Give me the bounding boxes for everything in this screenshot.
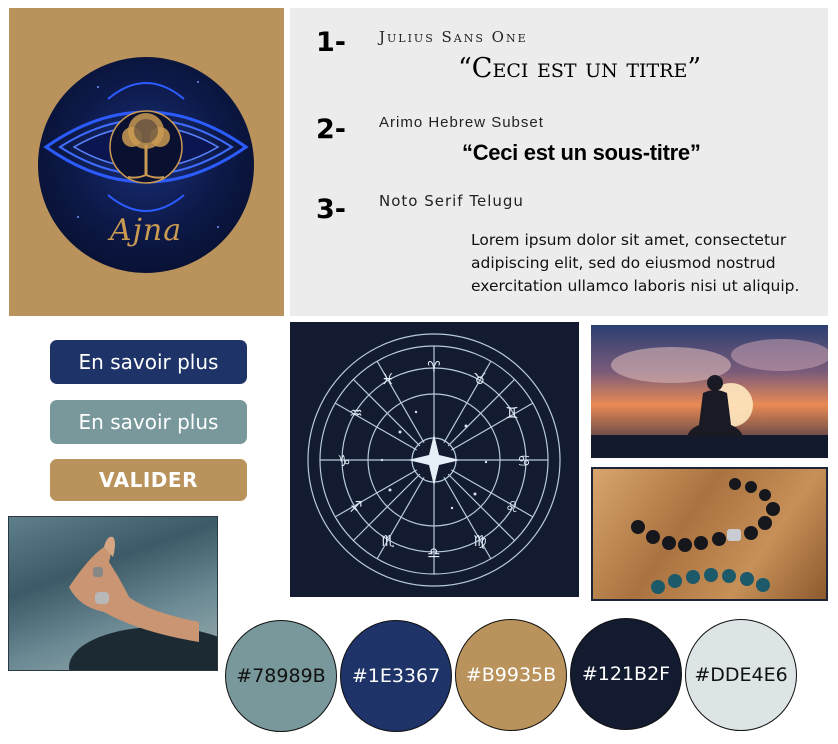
svg-text:♓: ♓ xyxy=(381,370,394,388)
svg-text:♎: ♎ xyxy=(427,544,440,562)
color-swatch-midnight: #121B2F xyxy=(570,618,682,730)
color-swatch-gold: #B9935B xyxy=(455,619,567,731)
svg-text:♉: ♉ xyxy=(473,370,486,388)
svg-text:♋: ♋ xyxy=(517,452,530,470)
color-swatch-sage: #78989B xyxy=(225,620,337,732)
typography-panel: 1- Julius Sans One “Ceci est un titre” 2… xyxy=(290,8,828,316)
color-swatch-light-gray: #DDE4E6 xyxy=(685,619,797,731)
subtitle-sample: “Ceci est un sous-titre” xyxy=(462,140,701,165)
svg-text:♑: ♑ xyxy=(337,452,350,470)
logo-panel: Ajna xyxy=(9,8,284,316)
svg-text:♒: ♒ xyxy=(349,404,362,422)
bead-bracelets-photo xyxy=(591,467,828,601)
learn-more-button-primary[interactable]: En savoir plus xyxy=(50,340,247,384)
svg-text:♊: ♊ xyxy=(505,404,518,422)
meditation-silhouette-sunset-photo xyxy=(591,325,828,458)
font-name-1: Julius Sans One xyxy=(379,28,528,46)
svg-text:♌: ♌ xyxy=(505,498,518,516)
font-name-2: Arimo Hebrew Subset xyxy=(379,114,544,131)
ajna-logo: Ajna xyxy=(38,57,254,273)
learn-more-button-secondary[interactable]: En savoir plus xyxy=(50,400,247,444)
validate-button[interactable]: VALIDER xyxy=(50,459,247,501)
color-swatch-navy: #1E3367 xyxy=(340,620,452,732)
svg-text:♍: ♍ xyxy=(473,532,486,550)
logo-wordmark: Ajna xyxy=(109,213,183,248)
body-text-sample: Lorem ipsum dolor sit amet, consectetur … xyxy=(471,231,800,295)
typography-number-3: 3- xyxy=(316,194,346,225)
typography-number-1: 1- xyxy=(316,27,346,58)
title-sample: “Ceci est un titre” xyxy=(458,53,702,84)
zodiac-wheel-illustration: ♈ ♉ ♊ ♋ ♌ ♍ ♎ ♏ ♐ ♑ ♒ ♓ xyxy=(290,322,579,597)
font-name-3: Noto Serif Telugu xyxy=(379,192,524,210)
svg-text:♏: ♏ xyxy=(381,532,395,550)
meditation-hand-mudra-photo xyxy=(8,516,218,671)
typography-number-2: 2- xyxy=(316,114,346,145)
svg-text:♈: ♈ xyxy=(427,358,440,376)
svg-text:♐: ♐ xyxy=(349,498,362,516)
